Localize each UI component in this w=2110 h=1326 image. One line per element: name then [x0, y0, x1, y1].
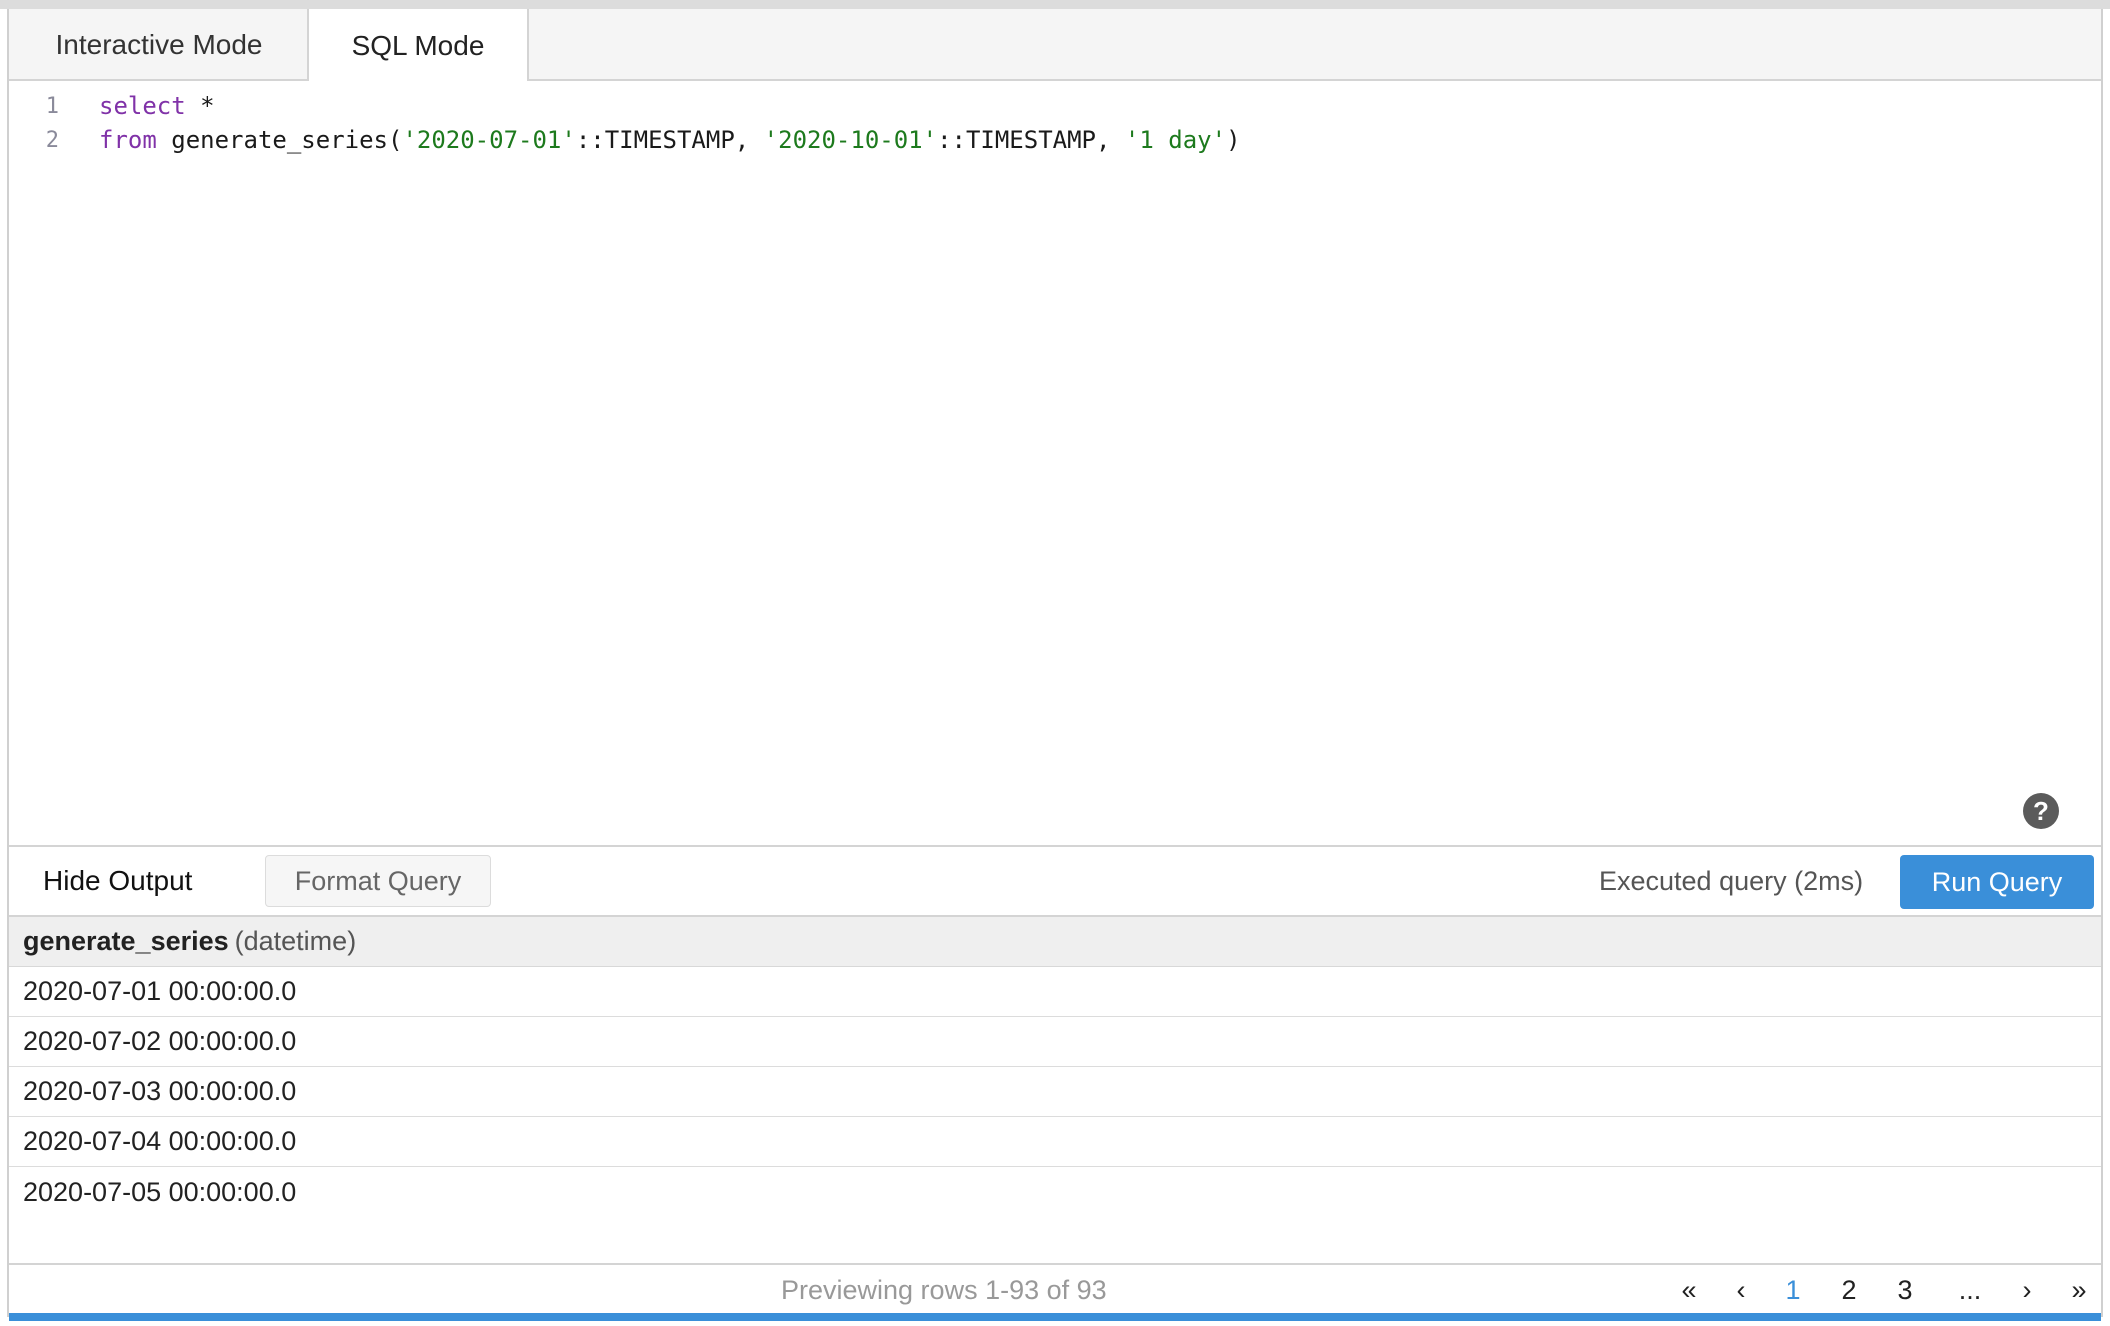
code-line: 2 from generate_series('2020-07-01'::TIM…: [9, 123, 1241, 157]
table-row: 2020-07-01 00:00:00.0: [9, 967, 2101, 1017]
prev-page-button[interactable]: ‹: [1723, 1265, 1759, 1315]
code-line: 1 select *: [9, 89, 215, 123]
table-cell: 2020-07-01 00:00:00.0: [23, 976, 297, 1006]
mode-tab-bar: Interactive Mode SQL Mode: [9, 9, 2101, 83]
results-table: generate_series (datetime) 2020-07-01 00…: [9, 917, 2101, 1263]
table-cell: 2020-07-02 00:00:00.0: [23, 1026, 297, 1056]
page-button-3[interactable]: 3: [1887, 1265, 1923, 1315]
code-token: '1 day': [1124, 126, 1227, 154]
code-token: select: [99, 92, 186, 120]
last-page-button[interactable]: »: [2061, 1265, 2097, 1315]
code-editor[interactable]: 1 select * 2 from generate_series('2020-…: [9, 81, 2101, 853]
query-toolbar: Hide Output Format Query Executed query …: [9, 845, 2101, 917]
query-status: Executed query (2ms): [1599, 865, 1864, 896]
run-query-button[interactable]: Run Query: [1900, 855, 2094, 909]
help-icon[interactable]: ?: [2023, 793, 2059, 829]
window-top-strip: [0, 0, 2110, 9]
tab-interactive-mode[interactable]: Interactive Mode: [9, 9, 309, 81]
bottom-accent-bar: [9, 1313, 2101, 1321]
results-footer: Previewing rows 1-93 of 93 « ‹ 1 2 3 ...…: [9, 1263, 2101, 1313]
code-token: generate_series(: [156, 126, 403, 154]
table-row: 2020-07-02 00:00:00.0: [9, 1017, 2101, 1067]
column-header[interactable]: generate_series (datetime): [9, 917, 2101, 967]
code-content: select *: [99, 92, 215, 120]
code-token: '2020-07-01': [402, 126, 576, 154]
page-button-1[interactable]: 1: [1775, 1265, 1811, 1315]
code-token: ::TIMESTAMP,: [937, 126, 1125, 154]
code-token: '2020-10-01': [763, 126, 938, 154]
line-number: 2: [45, 127, 59, 153]
table-cell: 2020-07-03 00:00:00.0: [23, 1076, 297, 1106]
table-row: 2020-07-04 00:00:00.0: [9, 1117, 2101, 1167]
code-content: from generate_series('2020-07-01'::TIMES…: [99, 126, 1241, 154]
table-cell: 2020-07-05 00:00:00.0: [23, 1176, 297, 1207]
sql-editor-panel: Interactive Mode SQL Mode 1 select * 2 f…: [7, 9, 2103, 1321]
table-cell: 2020-07-04 00:00:00.0: [23, 1126, 297, 1156]
format-query-button[interactable]: Format Query: [265, 855, 491, 907]
code-token: ::TIMESTAMP,: [575, 126, 764, 154]
next-page-button[interactable]: ›: [2009, 1265, 2045, 1315]
page-button-2[interactable]: 2: [1831, 1265, 1867, 1315]
code-token: from: [99, 126, 157, 154]
code-token: ): [1226, 126, 1241, 154]
pagination: « ‹ 1 2 3 ... › »: [9, 1265, 2101, 1315]
line-number: 1: [45, 93, 59, 119]
code-token: *: [185, 92, 215, 120]
page-ellipsis[interactable]: ...: [1947, 1265, 1993, 1315]
hide-output-button[interactable]: Hide Output: [43, 847, 192, 915]
column-type: (datetime): [234, 926, 357, 956]
table-row: 2020-07-03 00:00:00.0: [9, 1067, 2101, 1117]
column-name: generate_series: [23, 926, 229, 956]
table-row: 2020-07-05 00:00:00.0: [9, 1167, 2101, 1217]
first-page-button[interactable]: «: [1671, 1265, 1707, 1315]
tab-sql-mode[interactable]: SQL Mode: [307, 9, 529, 83]
